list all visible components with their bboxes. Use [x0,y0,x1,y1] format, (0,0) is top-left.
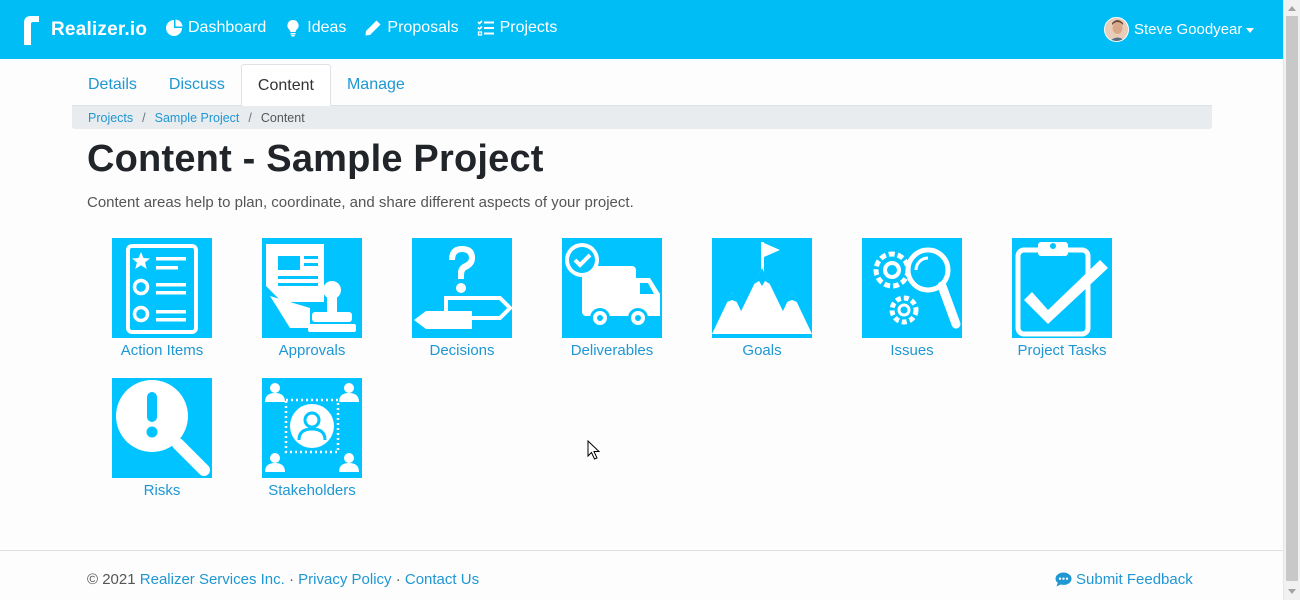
tile-label: Deliverables [570,342,654,359]
list-check-icon [477,19,495,37]
tile-label: Goals [742,342,782,359]
vertical-scrollbar[interactable] [1283,0,1300,600]
page-description: Content areas help to plan, coordinate, … [87,194,634,211]
tile-goals[interactable]: Goals [697,238,827,359]
pie-chart-icon [165,19,183,37]
realizer-logo-icon [24,16,39,45]
main-nav: Dashboard Ideas Proposals Projects [165,19,575,37]
tab-content[interactable]: Content [240,64,331,107]
tile-approvals[interactable]: Approvals [247,238,377,359]
privacy-policy-link[interactable]: Privacy Policy [298,571,391,588]
tile-label: Action Items [120,342,204,359]
mouse-cursor-icon [587,440,601,460]
nav-projects[interactable]: Projects [477,19,558,37]
project-tabs: Details Discuss Content Manage [72,64,1212,107]
tile-label: Issues [890,342,934,359]
company-link[interactable]: Realizer Services Inc. [140,571,285,588]
issues-icon [862,238,962,338]
top-navbar: Realizer.io Dashboard Ideas Proposals Pr… [0,0,1283,59]
tile-label: Decisions [429,342,495,359]
breadcrumb-sample-project[interactable]: Sample Project [155,111,240,125]
breadcrumb: Projects / Sample Project / Content [72,106,1212,129]
tile-label: Approvals [278,342,346,359]
action-items-icon [112,238,212,338]
pencil-icon [364,19,382,37]
nav-dashboard-label: Dashboard [188,19,267,36]
nav-ideas-label: Ideas [307,19,347,36]
approvals-icon [262,238,362,338]
user-menu-toggle[interactable]: Steve Goodyear [1104,17,1255,42]
footer-separator: · [395,571,401,588]
tile-project-tasks[interactable]: Project Tasks [997,238,1127,359]
tab-discuss[interactable]: Discuss [153,64,241,106]
submit-feedback-label: Submit Feedback [1076,571,1193,588]
tile-risks[interactable]: Risks [97,378,227,499]
decisions-icon [412,238,512,338]
deliverables-icon [562,238,662,338]
project-tasks-icon [1012,238,1112,338]
nav-dashboard[interactable]: Dashboard [165,19,266,37]
page-title: Content - Sample Project [87,138,544,180]
caret-down-icon [1246,28,1255,33]
tile-action-items[interactable]: Action Items [97,238,227,359]
tile-label: Risks [143,482,181,499]
scrollbar-thumb[interactable] [1286,16,1298,581]
nav-ideas[interactable]: Ideas [284,19,346,37]
contact-us-link[interactable]: Contact Us [405,571,479,588]
brand-name: Realizer.io [51,19,148,40]
footer-links: © 2021 Realizer Services Inc. · Privacy … [87,571,479,588]
scroll-down-arrow-icon[interactable] [1288,589,1296,594]
footer-separator: · [289,571,294,588]
tile-stakeholders[interactable]: Stakeholders [247,378,377,499]
nav-proposals-label: Proposals [387,19,459,36]
tab-details[interactable]: Details [72,64,153,106]
breadcrumb-projects[interactable]: Projects [88,111,133,125]
chat-bubble-icon [1055,572,1072,587]
nav-proposals[interactable]: Proposals [364,19,459,37]
copyright-text: © 2021 [87,571,136,588]
lightbulb-icon [284,19,302,37]
goals-icon [712,238,812,338]
stakeholders-icon [262,378,362,478]
tile-deliverables[interactable]: Deliverables [547,238,677,359]
breadcrumb-separator: / [248,110,252,125]
risks-icon [112,378,212,478]
breadcrumb-current: Content [260,110,305,125]
tile-issues[interactable]: Issues [847,238,977,359]
tile-decisions[interactable]: Decisions [397,238,527,359]
submit-feedback-link[interactable]: Submit Feedback [1055,571,1193,588]
tile-label: Stakeholders [268,482,356,499]
brand-link[interactable]: Realizer.io [22,15,147,45]
scroll-up-arrow-icon[interactable] [1288,6,1296,11]
tile-label: Project Tasks [1017,342,1107,359]
avatar [1104,17,1129,42]
breadcrumb-separator: / [142,110,146,125]
user-name: Steve Goodyear [1134,21,1243,38]
page-footer: © 2021 Realizer Services Inc. · Privacy … [0,550,1283,600]
nav-projects-label: Projects [499,19,558,36]
tab-manage[interactable]: Manage [331,64,421,106]
